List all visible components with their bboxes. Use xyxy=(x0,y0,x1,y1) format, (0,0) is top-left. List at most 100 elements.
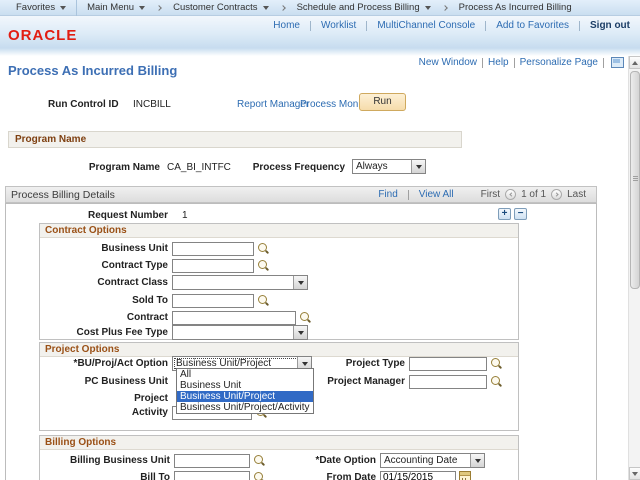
project-type-input[interactable] xyxy=(409,357,487,371)
dropdown-option-business-unit-project-activity[interactable]: Business Unit/Project/Activity xyxy=(177,402,313,413)
run-control-id-value: INCBILL xyxy=(133,99,171,110)
find-link[interactable]: Find xyxy=(378,189,397,200)
contract-type-input[interactable] xyxy=(172,259,254,273)
program-name-label: Program Name xyxy=(58,162,160,173)
lookup-icon[interactable] xyxy=(257,259,269,272)
process-billing-details-body: Request Number 1 + − Contract Options Bu… xyxy=(5,203,597,480)
scroll-up-icon[interactable] xyxy=(629,56,640,69)
select-value: Accounting Date xyxy=(384,455,457,466)
breadcrumb: Favorites Main Menu Customer Contracts S… xyxy=(0,0,640,16)
contract-options-group: Contract Options Business Unit Contract … xyxy=(39,223,519,340)
program-name-section-header: Program Name xyxy=(8,131,462,148)
chevron-down-icon xyxy=(470,454,484,467)
cost-plus-fee-type-label: Cost Plus Fee Type xyxy=(40,327,168,338)
view-all-link[interactable]: View All xyxy=(419,189,454,200)
scrollbar-grip xyxy=(633,176,638,181)
oracle-logo: ORACLE xyxy=(8,27,77,44)
contract-class-select[interactable] xyxy=(172,275,308,290)
process-billing-details-header: Process Billing Details Find View All Fi… xyxy=(5,186,597,203)
pc-business-unit-label: PC Business Unit xyxy=(40,376,168,387)
from-date-input[interactable] xyxy=(380,471,456,480)
breadcrumb-label: Schedule and Process Billing xyxy=(297,2,420,13)
field-row: From Date xyxy=(270,470,471,480)
bill-to-input[interactable] xyxy=(174,471,250,480)
dropdown-option-all[interactable]: All xyxy=(177,369,313,380)
lookup-icon[interactable] xyxy=(257,242,269,255)
report-manager-link[interactable]: Report Manager xyxy=(237,99,309,110)
personalize-page-link[interactable]: Personalize Page xyxy=(520,57,598,68)
breadcrumb-label: Favorites xyxy=(16,2,55,13)
worklist-link[interactable]: Worklist xyxy=(311,20,366,31)
divider xyxy=(482,58,483,68)
field-row: Contract Type xyxy=(40,258,269,273)
project-manager-input[interactable] xyxy=(409,375,487,389)
add-row-button[interactable]: + xyxy=(498,208,511,220)
billing-business-unit-input[interactable] xyxy=(174,454,250,468)
field-row: PC Business Unit xyxy=(40,374,168,389)
breadcrumb-item-schedule-billing[interactable]: Schedule and Process Billing xyxy=(287,0,441,16)
previous-row-icon[interactable] xyxy=(505,189,516,200)
field-row: Bill To xyxy=(40,470,265,480)
field-row: Contract Class xyxy=(40,275,308,290)
date-option-select[interactable]: Accounting Date xyxy=(380,453,485,468)
business-unit-input[interactable] xyxy=(172,242,254,256)
cost-plus-fee-type-select[interactable] xyxy=(172,325,308,340)
page-action-bar: New Window Help Personalize Page xyxy=(419,57,624,68)
window-icon[interactable] xyxy=(611,57,624,68)
run-button[interactable]: Run xyxy=(359,93,406,111)
multichannel-console-link[interactable]: MultiChannel Console xyxy=(367,20,485,31)
contract-class-label: Contract Class xyxy=(40,277,168,288)
contract-input[interactable] xyxy=(172,311,296,325)
lookup-icon[interactable] xyxy=(253,454,265,467)
chevron-down-icon xyxy=(263,6,269,10)
from-date-label: From Date xyxy=(270,472,376,480)
breadcrumb-separator-icon xyxy=(442,5,448,11)
delete-row-button[interactable]: − xyxy=(514,208,527,220)
grid-navigation: Find View All First 1 of 1 Last xyxy=(378,189,586,200)
breadcrumb-item-customer-contracts[interactable]: Customer Contracts xyxy=(163,0,278,16)
project-label: Project xyxy=(40,393,168,404)
field-row: Billing Business Unit xyxy=(40,453,265,468)
billing-options-group: Billing Options Billing Business Unit *D… xyxy=(39,435,519,480)
chevron-down-icon xyxy=(411,160,425,173)
vertical-scrollbar[interactable] xyxy=(628,56,640,480)
field-row: *Date Option Accounting Date xyxy=(270,453,485,468)
new-window-link[interactable]: New Window xyxy=(419,57,477,68)
lookup-icon[interactable] xyxy=(257,294,269,307)
bu-proj-act-option-dropdown: All Business Unit Business Unit/Project … xyxy=(176,368,314,414)
header-links: Home Worklist MultiChannel Console Add t… xyxy=(263,20,634,31)
field-row: Project Type xyxy=(295,356,502,371)
next-row-icon[interactable] xyxy=(551,189,562,200)
lookup-icon[interactable] xyxy=(299,311,311,324)
scrollbar-thumb[interactable] xyxy=(630,71,640,289)
scroll-down-icon[interactable] xyxy=(629,467,640,480)
activity-label: Activity xyxy=(40,407,168,418)
sold-to-input[interactable] xyxy=(172,294,254,308)
lookup-icon[interactable] xyxy=(253,471,265,480)
project-options-group: Project Options *BU/Proj/Act Option Busi… xyxy=(39,342,519,431)
breadcrumb-item-main-menu[interactable]: Main Menu xyxy=(77,0,155,16)
breadcrumb-label: Customer Contracts xyxy=(173,2,257,13)
home-link[interactable]: Home xyxy=(263,20,310,31)
dropdown-option-business-unit-project[interactable]: Business Unit/Project xyxy=(177,391,313,402)
dropdown-option-business-unit[interactable]: Business Unit xyxy=(177,380,313,391)
calendar-icon[interactable] xyxy=(459,471,471,480)
field-row: Cost Plus Fee Type xyxy=(40,325,308,340)
row-count: 1 of 1 xyxy=(521,189,546,200)
project-options-title: Project Options xyxy=(40,343,518,357)
billing-business-unit-label: Billing Business Unit xyxy=(40,455,170,466)
field-row: Business Unit xyxy=(40,241,269,256)
application-window: Favorites Main Menu Customer Contracts S… xyxy=(0,0,640,480)
breadcrumb-item-favorites[interactable]: Favorites xyxy=(6,0,77,16)
help-link[interactable]: Help xyxy=(488,57,509,68)
divider xyxy=(408,190,409,200)
add-to-favorites-link[interactable]: Add to Favorites xyxy=(486,20,579,31)
chevron-down-icon xyxy=(425,6,431,10)
lookup-icon[interactable] xyxy=(490,375,502,388)
process-frequency-select[interactable]: Always xyxy=(352,159,426,174)
chevron-down-icon xyxy=(139,6,145,10)
sign-out-link[interactable]: Sign out xyxy=(580,20,634,31)
process-frequency-label: Process Frequency xyxy=(225,162,345,173)
chevron-down-icon xyxy=(293,276,307,289)
lookup-icon[interactable] xyxy=(490,357,502,370)
